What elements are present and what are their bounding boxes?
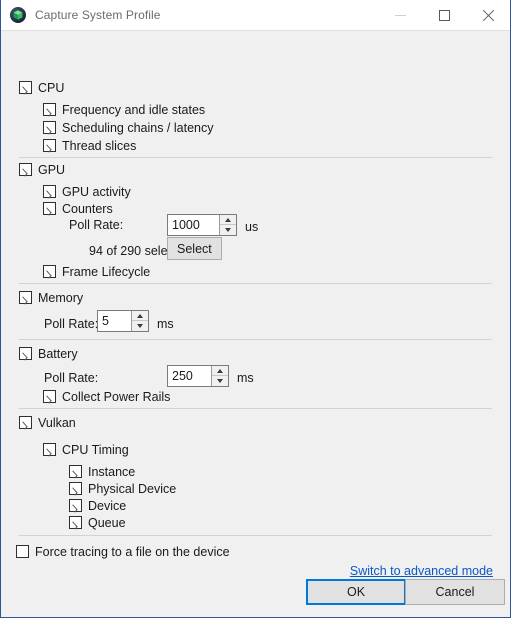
checkbox-box: [16, 545, 29, 558]
battery-poll-rate-input[interactable]: 250: [168, 366, 211, 386]
window-controls: [378, 0, 510, 31]
checkbox-box: [19, 81, 32, 94]
checkbox-box: [43, 443, 56, 456]
checkbox-label: Frame Lifecycle: [62, 264, 151, 279]
stepper-down-icon[interactable]: [212, 376, 228, 386]
memory-poll-rate-label: Poll Rate:: [44, 317, 99, 331]
checkbox-box: [69, 465, 82, 478]
section-divider: [19, 535, 492, 536]
gpu-poll-rate-input[interactable]: 1000: [168, 215, 219, 235]
checkbox-label: Memory: [38, 290, 84, 305]
checkbox-box: [69, 482, 82, 495]
checkbox-gpu[interactable]: GPU: [19, 159, 65, 180]
battery-poll-rate-unit-wrap: ms: [229, 369, 254, 387]
checkbox-gpu-frame-lifecycle[interactable]: Frame Lifecycle: [43, 261, 150, 282]
stepper-buttons: [211, 366, 228, 386]
gpu-poll-rate-unit-wrap: us: [237, 218, 258, 236]
checkbox-label: Queue: [88, 515, 126, 530]
battery-poll-rate-unit: ms: [237, 371, 254, 385]
checkbox-label: Frequency and idle states: [62, 102, 206, 117]
gpu-poll-rate-stepper[interactable]: 1000: [167, 214, 237, 236]
checkbox-label: CPU: [38, 80, 65, 95]
dialog-body: CPU Frequency and idle states Scheduling…: [1, 31, 510, 617]
section-divider: [19, 408, 492, 409]
checkbox-cpu-thread-slices[interactable]: Thread slices: [43, 135, 136, 156]
ok-button[interactable]: OK: [306, 579, 406, 605]
checkbox-box: [69, 516, 82, 529]
window-title: Capture System Profile: [35, 8, 161, 22]
checkbox-label: Battery: [38, 346, 78, 361]
checkbox-box: [43, 103, 56, 116]
switch-to-advanced-mode-link[interactable]: Switch to advanced mode: [350, 562, 493, 580]
checkbox-label: Vulkan: [38, 415, 76, 430]
memory-poll-rate-unit: ms: [157, 317, 174, 331]
checkbox-box: [19, 163, 32, 176]
titlebar: Capture System Profile: [1, 0, 510, 31]
checkbox-label: Instance: [88, 464, 136, 479]
checkbox-memory[interactable]: Memory: [19, 287, 83, 308]
stepper-buttons: [219, 215, 236, 235]
checkbox-box: [69, 499, 82, 512]
checkbox-box: [43, 265, 56, 278]
globe-cube-icon: [10, 7, 26, 23]
checkbox-label: GPU: [38, 162, 66, 177]
checkbox-label: CPU Timing: [62, 442, 129, 457]
checkbox-box: [19, 416, 32, 429]
stepper-up-icon[interactable]: [220, 215, 236, 225]
checkbox-box: [43, 202, 56, 215]
checkbox-box: [43, 139, 56, 152]
stepper-up-icon[interactable]: [132, 311, 148, 321]
memory-poll-rate-stepper[interactable]: 5: [97, 310, 149, 332]
minimize-icon[interactable]: [378, 0, 422, 31]
checkbox-box: [43, 185, 56, 198]
checkbox-gpu-counters[interactable]: Counters: [43, 198, 113, 219]
checkbox-vulkan-cpu-timing[interactable]: CPU Timing: [43, 439, 129, 460]
checkbox-label: Physical Device: [88, 481, 177, 496]
section-divider: [19, 283, 492, 284]
gpu-poll-rate-row: Poll Rate:: [69, 218, 123, 232]
checkbox-force-tracing-to-file[interactable]: Force tracing to a file on the device: [16, 541, 230, 562]
checkbox-vulkan[interactable]: Vulkan: [19, 412, 76, 433]
stepper-up-icon[interactable]: [212, 366, 228, 376]
battery-poll-rate-label-wrap: Poll Rate:: [44, 369, 98, 387]
checkbox-vulkan-queue[interactable]: Queue: [69, 512, 126, 533]
checkbox-collect-power-rails[interactable]: Collect Power Rails: [43, 386, 170, 407]
checkbox-label: Thread slices: [62, 138, 137, 153]
stepper-down-icon[interactable]: [132, 321, 148, 331]
gpu-poll-rate-unit: us: [245, 220, 259, 234]
memory-poll-rate-input[interactable]: 5: [98, 311, 131, 331]
checkbox-label: GPU activity: [62, 184, 131, 199]
section-divider: [19, 157, 492, 158]
checkbox-label: Collect Power Rails: [62, 389, 171, 404]
close-icon[interactable]: [466, 0, 510, 31]
battery-poll-rate-label: Poll Rate:: [44, 371, 99, 385]
checkbox-box: [43, 121, 56, 134]
select-counters-button[interactable]: Select: [167, 237, 222, 260]
gpu-poll-rate-label: Poll Rate:: [69, 218, 124, 232]
stepper-down-icon[interactable]: [220, 225, 236, 235]
checkbox-label: Scheduling chains / latency: [62, 120, 214, 135]
checkbox-label: Device: [88, 498, 127, 513]
checkbox-box: [19, 291, 32, 304]
checkbox-box: [19, 347, 32, 360]
capture-system-profile-dialog: Capture System Profile CPU Frequency and…: [0, 0, 511, 618]
checkbox-label: Force tracing to a file on the device: [35, 544, 230, 559]
checkbox-box: [43, 390, 56, 403]
memory-poll-rate-unit-wrap: ms: [149, 315, 174, 333]
memory-poll-rate-label-wrap: Poll Rate:: [44, 315, 98, 333]
checkbox-battery[interactable]: Battery: [19, 343, 78, 364]
checkbox-cpu[interactable]: CPU: [19, 77, 64, 98]
checkbox-label: Counters: [62, 201, 113, 216]
section-divider: [19, 339, 492, 340]
maximize-icon[interactable]: [422, 0, 466, 31]
battery-poll-rate-stepper[interactable]: 250: [167, 365, 229, 387]
stepper-buttons: [131, 311, 148, 331]
cancel-button[interactable]: Cancel: [405, 579, 505, 605]
